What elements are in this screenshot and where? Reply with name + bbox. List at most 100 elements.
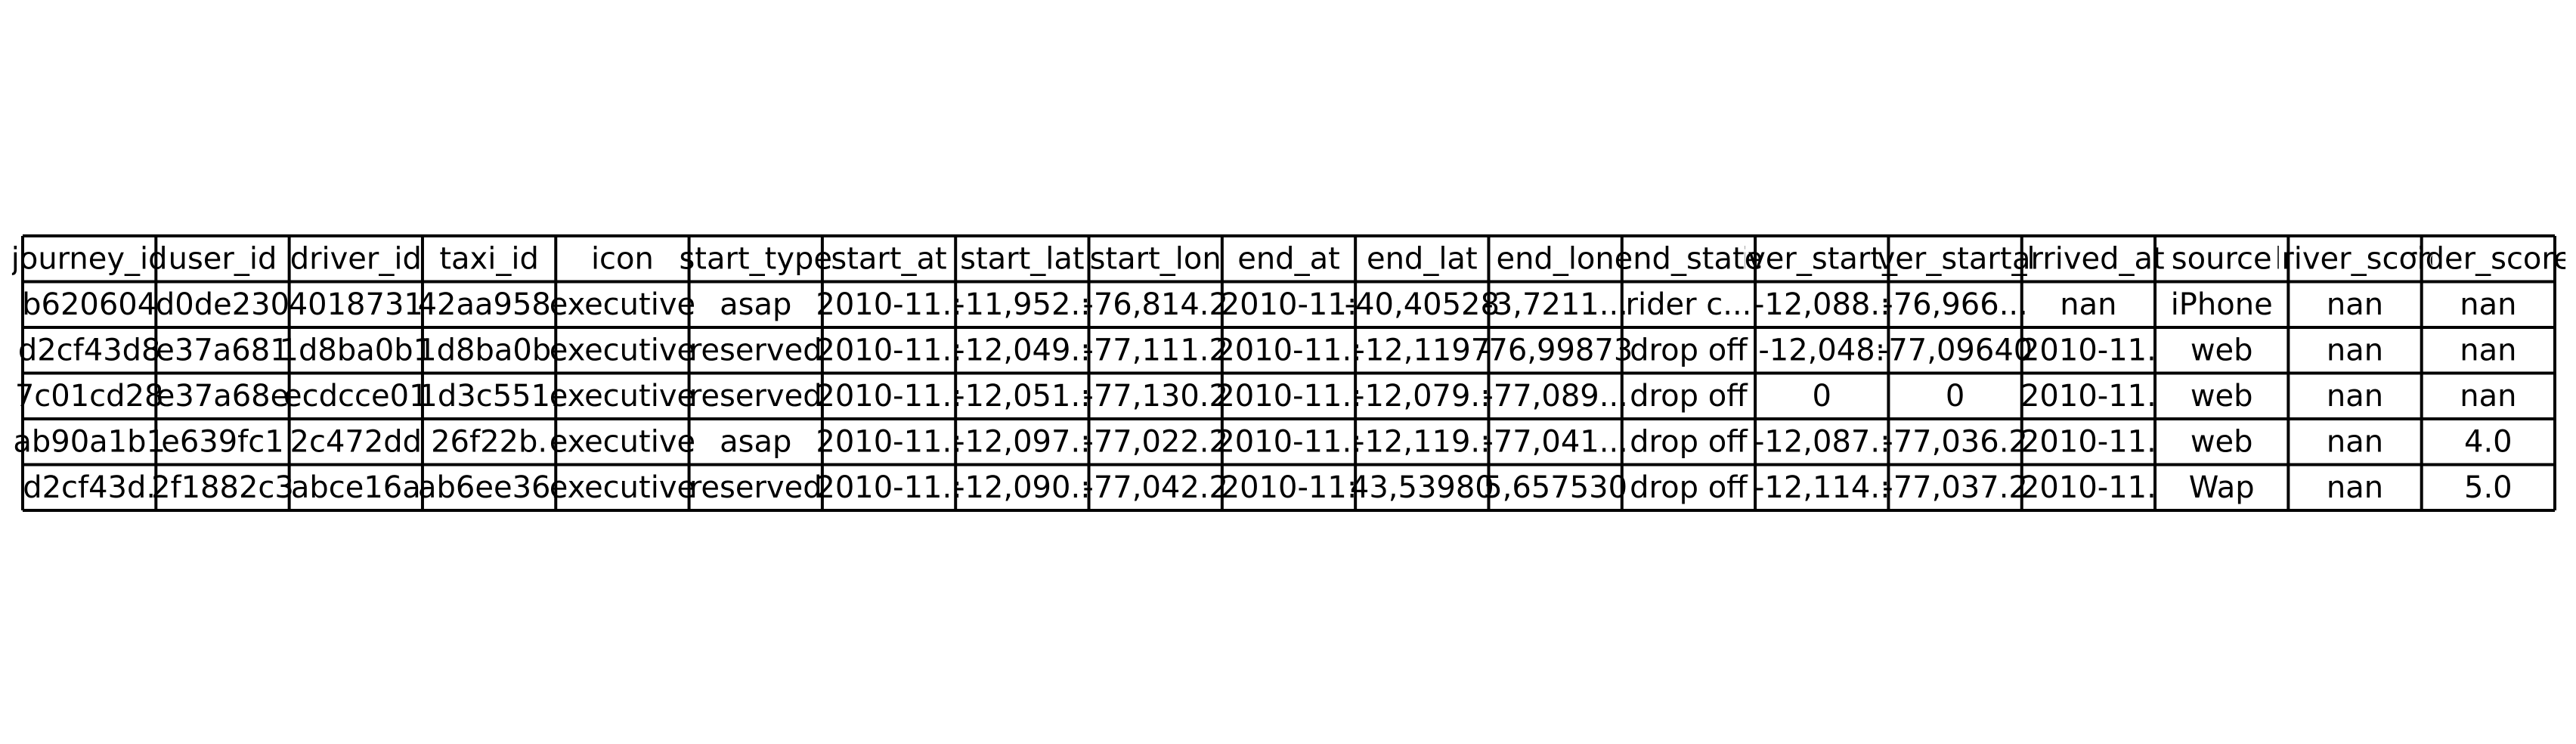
table-cell: -12,048: xyxy=(1758,333,1885,367)
table-cell: 1d8ba0b. xyxy=(417,333,561,367)
table-cell: 1d3c551. xyxy=(418,379,559,414)
column-header-start-type: start_type xyxy=(679,241,832,276)
table-cell: -77,022.2 xyxy=(1082,424,1228,459)
column-header-end-lon: end_lon xyxy=(1496,241,1614,276)
table-cell: 4018731 xyxy=(289,287,423,322)
table-cell: asap xyxy=(720,424,791,459)
table-cell: -12,079.: xyxy=(1354,379,1491,414)
table-cell: 2010-11. xyxy=(2020,424,2156,459)
table-cell: 2010-11. xyxy=(2020,379,2156,414)
table-cell: 2f1882c3 xyxy=(151,470,294,505)
table-cell: nan xyxy=(2327,287,2383,322)
table-cell: nan xyxy=(2060,287,2116,322)
table-cell: executive xyxy=(550,333,695,367)
column-header-end-lat: end_lat xyxy=(1367,241,1478,276)
table-cell: 7c01cd28 xyxy=(15,379,164,414)
table-cell: ecdcce01 xyxy=(283,379,428,414)
table-cell: e639fc1 xyxy=(161,424,283,459)
table-cell: 2010-11: xyxy=(1221,470,1358,505)
table-cell: 2010-11.: xyxy=(816,470,961,505)
table-cell: e37a681 xyxy=(156,333,289,367)
table-cell: executive xyxy=(550,470,695,505)
table-cell: -77,041... xyxy=(1482,424,1628,459)
table-cell: d2cf43d. xyxy=(23,470,156,505)
table-cell: drop off xyxy=(1630,424,1748,459)
table-cell: -77,037.2 xyxy=(1882,470,2028,505)
table-cell: b620604 xyxy=(22,287,156,322)
table-cell: 5,657530 xyxy=(1483,470,1627,505)
table-cell: 2c472dd xyxy=(290,424,423,459)
table-cell: 2010-11.: xyxy=(1215,424,1361,459)
table-cell: -12,097.: xyxy=(954,424,1091,459)
table-cell: -77,042.2 xyxy=(1082,470,1228,505)
table-cell: executive xyxy=(550,424,695,459)
table-cell: 0 xyxy=(1813,379,1831,414)
table-cell: 0 xyxy=(1946,379,1965,414)
table-cell: -12,088.: xyxy=(1754,287,1890,322)
table-cell: web xyxy=(2191,333,2253,367)
column-header-arrived-at: arrived_at xyxy=(2012,241,2165,276)
table-cell: reserved xyxy=(689,379,822,414)
table-cell: 42aa958. xyxy=(418,287,561,322)
table-cell: 2010-11.: xyxy=(1215,379,1361,414)
table-cell: 2010-11.: xyxy=(1215,333,1361,367)
table-cell: 2010-11.: xyxy=(816,424,961,459)
table-cell: 1d8ba0b1 xyxy=(280,333,432,367)
table-cell: drop off xyxy=(1630,379,1748,414)
column-header-driver-id: driver_id xyxy=(290,241,422,276)
column-header-source: source xyxy=(2172,241,2272,276)
table-cell: -76,99873 xyxy=(1478,333,1633,367)
table-cell: nan xyxy=(2460,333,2516,367)
table-cell: 2010-11. xyxy=(2020,333,2156,367)
table-cell: nan xyxy=(2460,287,2516,322)
column-header-start-lon: start_lon xyxy=(1090,241,1221,276)
table-cell: -77,089... xyxy=(1482,379,1628,414)
table-cell: executive xyxy=(550,287,695,322)
column-header-end-state: end_state xyxy=(1615,241,1763,276)
table-cell: e37a68e xyxy=(156,379,289,414)
column-header-icon: icon xyxy=(591,241,654,276)
table-cell: -12,049.: xyxy=(954,333,1091,367)
table-cell: nan xyxy=(2327,379,2383,414)
column-header-journey-id: journey_id xyxy=(11,241,168,276)
table-cell: rider c... xyxy=(1626,287,1752,322)
table-cell: drop off xyxy=(1630,333,1748,367)
table-cell: 26f22b. xyxy=(431,424,547,459)
table-cell: -12,119.: xyxy=(1354,424,1491,459)
table-header-row: journey_id user_id driver_id taxi_id icon sta… xyxy=(11,241,2571,276)
table-cell: d0de230 xyxy=(156,287,289,322)
table-cell: 2010-11.: xyxy=(816,287,961,322)
table-cell: 5.0 xyxy=(2464,470,2513,505)
column-header-start-at: start_at xyxy=(831,241,946,276)
table-cell: web xyxy=(2191,379,2253,414)
table-cell: nan xyxy=(2327,333,2383,367)
table-grid xyxy=(21,234,2556,512)
table-cell: -76,814.2 xyxy=(1082,287,1228,322)
table-cell: -77,09640 xyxy=(1878,333,2033,367)
table-cell: -77,130.2 xyxy=(1082,379,1228,414)
column-header-rider-score: rider_score xyxy=(2404,241,2571,276)
table-cell: 4.0 xyxy=(2464,424,2513,459)
table-cell: d2cf43d8 xyxy=(18,333,161,367)
table-cell: -12,114.: xyxy=(1754,470,1890,505)
column-header-end-at: end_at xyxy=(1237,241,1340,276)
table-cell: abce16a xyxy=(291,470,421,505)
table-cell: reserved xyxy=(689,333,822,367)
table-cell: -11,952.: xyxy=(954,287,1091,322)
column-header-taxi-id: taxi_id xyxy=(439,241,538,276)
table-cell: 2010-11.: xyxy=(816,333,961,367)
table-cell: ab90a1b1 xyxy=(13,424,166,459)
column-header-user-id: user_id xyxy=(169,241,277,276)
table-cell: nan xyxy=(2460,379,2516,414)
table-cell: -12,1197 xyxy=(1354,333,1490,367)
table-cell: -12,090.: xyxy=(954,470,1091,505)
table-cell: -3,7211... xyxy=(1482,287,1628,322)
table-cell: iPhone xyxy=(2171,287,2273,322)
table-cell: -77,111.2 xyxy=(1082,333,1228,367)
table-cell: asap xyxy=(720,287,791,322)
column-header-start-lat: start_lat xyxy=(960,241,1084,276)
table-cell: 43,53980 xyxy=(1350,470,1494,505)
table-cell: drop off xyxy=(1630,470,1748,505)
table-cell: -77,036.2 xyxy=(1882,424,2028,459)
table-cell: 2010-11: xyxy=(1221,287,1358,322)
